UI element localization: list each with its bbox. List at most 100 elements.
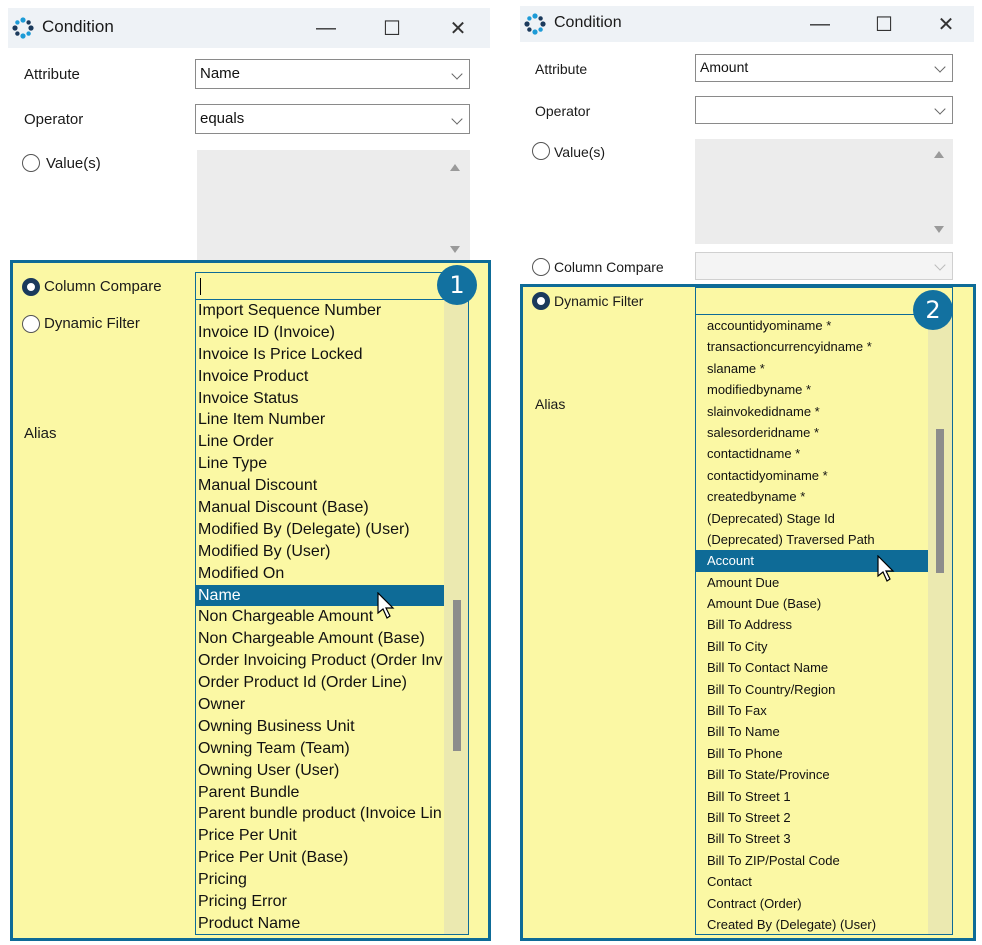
- values-radio[interactable]: [22, 154, 40, 172]
- scrollbar-thumb[interactable]: [936, 429, 944, 573]
- list-item[interactable]: Bill To Country/Region: [696, 679, 952, 700]
- column-dropdown-list[interactable]: Import Sequence Number Invoice ID (Invoic…: [195, 300, 469, 935]
- list-item[interactable]: accountidyominame *: [696, 315, 952, 336]
- list-item[interactable]: Line Order: [196, 431, 468, 453]
- scrollbar-thumb[interactable]: [453, 600, 461, 751]
- list-item[interactable]: Contact: [696, 871, 952, 892]
- list-item[interactable]: Non Chargeable Amount (Base): [196, 628, 468, 650]
- close-button[interactable]: ✕: [924, 6, 968, 42]
- list-item[interactable]: Name: [196, 584, 468, 607]
- list-item[interactable]: Line Item Number: [196, 409, 468, 431]
- dynamic-filter-dropdown-list[interactable]: accountidyominame * transactioncurrencyid…: [695, 315, 953, 935]
- text-caret: [200, 278, 201, 295]
- operator-select[interactable]: equals: [195, 104, 470, 134]
- close-button[interactable]: ✕: [436, 10, 480, 46]
- list-item[interactable]: modifiedbyname *: [696, 379, 952, 400]
- operator-label: Operator: [24, 111, 84, 128]
- list-item[interactable]: Bill To Fax: [696, 700, 952, 721]
- scroll-up-icon[interactable]: [934, 151, 944, 158]
- list-item[interactable]: Bill To Street 2: [696, 807, 952, 828]
- column-compare-label: Column Compare: [44, 278, 162, 295]
- list-item[interactable]: Owning Business Unit: [196, 716, 468, 738]
- list-item[interactable]: Bill To Street 1: [696, 786, 952, 807]
- values-textbox[interactable]: [197, 150, 470, 260]
- list-item[interactable]: slainvokedidname *: [696, 401, 952, 422]
- column-compare-radio[interactable]: [22, 278, 40, 296]
- app-logo-icon: [524, 13, 546, 35]
- scroll-up-icon[interactable]: [450, 164, 460, 171]
- chevron-down-icon: [934, 103, 946, 115]
- list-item[interactable]: Owning Team (Team): [196, 738, 468, 760]
- list-item[interactable]: Price Per Unit (Base): [196, 847, 468, 869]
- list-item[interactable]: Order Invoicing Product (Order Inv: [196, 650, 468, 672]
- list-item[interactable]: Line Type: [196, 453, 468, 475]
- list-item[interactable]: Amount Due: [696, 572, 952, 593]
- list-item[interactable]: Invoice Is Price Locked: [196, 344, 468, 366]
- attribute-select[interactable]: Amount: [695, 54, 953, 82]
- list-item[interactable]: Manual Discount (Base): [196, 497, 468, 519]
- scroll-down-icon[interactable]: [450, 246, 460, 253]
- minimize-button[interactable]: —: [798, 6, 842, 42]
- list-item[interactable]: Bill To Name: [696, 721, 952, 742]
- list-item[interactable]: Contract (Order): [696, 893, 952, 914]
- maximize-button[interactable]: ☐: [370, 10, 414, 46]
- list-item[interactable]: Invoice Product: [196, 366, 468, 388]
- list-item[interactable]: Modified On: [196, 563, 468, 585]
- list-item[interactable]: Modified By (Delegate) (User): [196, 519, 468, 541]
- list-item[interactable]: (Deprecated) Traversed Path: [696, 529, 952, 550]
- list-item[interactable]: salesorderidname *: [696, 422, 952, 443]
- list-item[interactable]: Created By (Delegate) (User): [696, 914, 952, 934]
- operator-label: Operator: [535, 103, 591, 119]
- list-item[interactable]: Product Name: [196, 913, 468, 934]
- list-item[interactable]: contactidname *: [696, 443, 952, 464]
- list-item[interactable]: Bill To Street 3: [696, 828, 952, 849]
- list-item[interactable]: slaname *: [696, 358, 952, 379]
- list-item[interactable]: Price Per Unit: [196, 825, 468, 847]
- list-item[interactable]: Manual Discount: [196, 475, 468, 497]
- values-radio[interactable]: [532, 142, 550, 160]
- list-item[interactable]: Import Sequence Number: [196, 300, 468, 322]
- column-search-input[interactable]: [195, 272, 469, 300]
- list-item[interactable]: Bill To ZIP/Postal Code: [696, 850, 952, 871]
- attribute-label: Attribute: [535, 61, 588, 77]
- list-item[interactable]: Owning User (User): [196, 760, 468, 782]
- list-item[interactable]: (Deprecated) Stage Id: [696, 508, 952, 529]
- window-title: Condition: [42, 17, 114, 36]
- list-item[interactable]: Bill To Address: [696, 614, 952, 635]
- list-item[interactable]: Pricing Error: [196, 891, 468, 913]
- list-item[interactable]: Non Chargeable Amount: [196, 606, 468, 628]
- dynamic-filter-radio[interactable]: [532, 292, 550, 310]
- list-item[interactable]: Parent Bundle: [196, 782, 468, 804]
- list-item[interactable]: createdbyname *: [696, 486, 952, 507]
- list-item[interactable]: Pricing: [196, 869, 468, 891]
- title-bar: Condition — ☐ ✕: [8, 8, 490, 48]
- list-item[interactable]: Owner: [196, 694, 468, 716]
- list-item[interactable]: Order Product Id (Order Line): [196, 672, 468, 694]
- scroll-down-icon[interactable]: [934, 226, 944, 233]
- minimize-button[interactable]: —: [304, 10, 348, 46]
- attribute-value: Name: [200, 65, 241, 82]
- list-item[interactable]: Bill To Phone: [696, 743, 952, 764]
- values-textbox[interactable]: [695, 139, 953, 244]
- list-item[interactable]: Account: [696, 550, 952, 572]
- list-item[interactable]: Bill To State/Province: [696, 764, 952, 785]
- column-compare-radio[interactable]: [532, 258, 550, 276]
- dropdown-scrollbar[interactable]: [444, 300, 468, 934]
- dropdown-scrollbar[interactable]: [928, 315, 952, 934]
- list-item[interactable]: contactidyominame *: [696, 465, 952, 486]
- list-item[interactable]: Invoice Status: [196, 388, 468, 410]
- list-item[interactable]: Amount Due (Base): [696, 593, 952, 614]
- window-title: Condition: [554, 14, 622, 31]
- list-item[interactable]: Invoice ID (Invoice): [196, 322, 468, 344]
- dynamic-filter-radio[interactable]: [22, 315, 40, 333]
- maximize-button[interactable]: ☐: [862, 6, 906, 42]
- list-item[interactable]: Parent bundle product (Invoice Lin: [196, 803, 468, 825]
- dynamic-filter-label: Dynamic Filter: [554, 293, 644, 309]
- chevron-down-icon: [451, 113, 463, 125]
- operator-select[interactable]: [695, 96, 953, 124]
- attribute-select[interactable]: Name: [195, 59, 470, 89]
- list-item[interactable]: transactioncurrencyidname *: [696, 336, 952, 357]
- list-item[interactable]: Modified By (User): [196, 541, 468, 563]
- list-item[interactable]: Bill To City: [696, 636, 952, 657]
- list-item[interactable]: Bill To Contact Name: [696, 657, 952, 678]
